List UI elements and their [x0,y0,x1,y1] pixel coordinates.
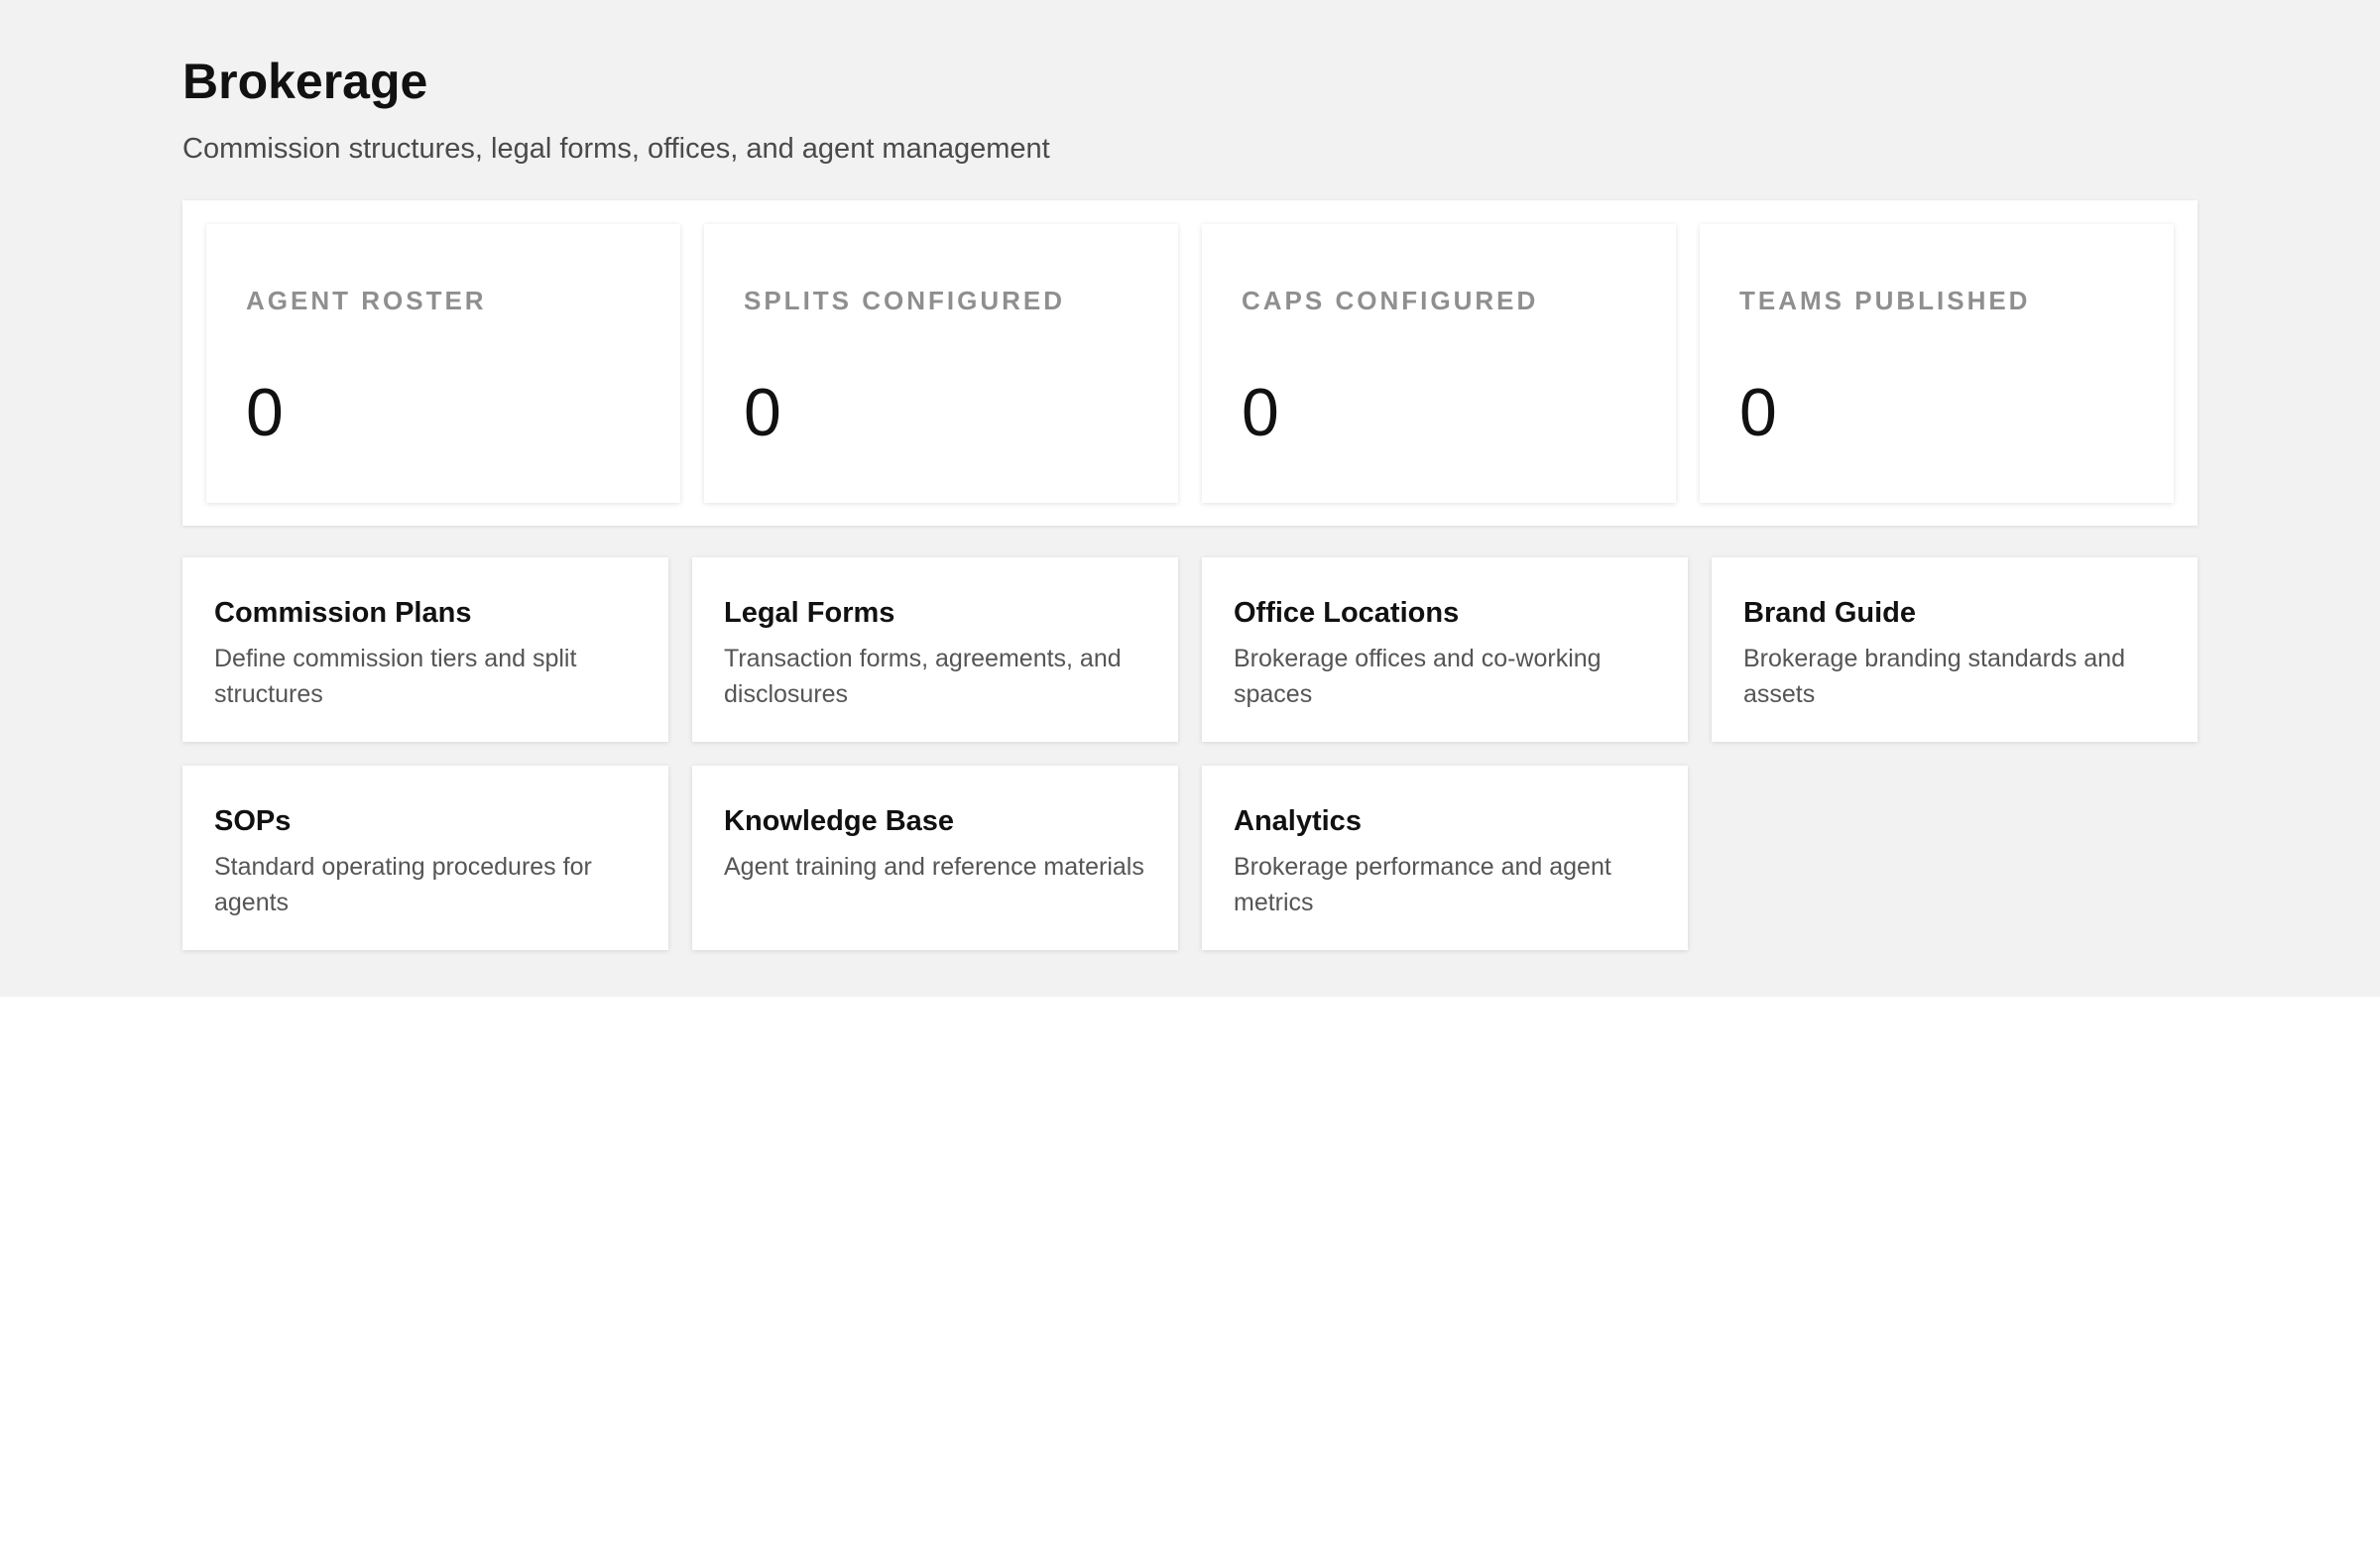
sops-card[interactable]: SOPs Standard operating procedures for a… [182,766,668,950]
card-description: Standard operating procedures for agents [214,853,592,916]
page-title: Brokerage [182,54,428,109]
knowledge-base-card[interactable]: Knowledge Base Agent training and refere… [692,766,1178,950]
card-title: SOPs [214,805,292,837]
stat-value: 0 [744,375,781,450]
commission-plans-card[interactable]: Commission Plans Define commission tiers… [182,557,668,742]
stat-value: 0 [1242,375,1279,450]
office-locations-card[interactable]: Office Locations Brokerage offices and c… [1202,557,1688,742]
card-title: Analytics [1234,805,1362,837]
card-title: Legal Forms [724,597,895,629]
card-description: Agent training and reference materials [724,853,1144,881]
stat-card-caps-configured: CAPS CONFIGURED 0 [1202,224,1676,503]
stat-label: TEAMS PUBLISHED [1739,286,2031,315]
stat-card-agent-roster: AGENT ROSTER 0 [206,224,680,503]
card-description: Transaction forms, agreements, and discl… [724,645,1122,708]
stat-label: SPLITS CONFIGURED [744,286,1066,315]
stat-label: CAPS CONFIGURED [1242,286,1539,315]
card-description: Brokerage performance and agent metrics [1234,853,1611,916]
page-subtitle: Commission structures, legal forms, offi… [182,133,1050,165]
stat-value: 0 [1739,375,1777,450]
stats-panel: AGENT ROSTER 0 SPLITS CONFIGURED 0 CAPS … [182,200,2198,526]
stat-card-splits-configured: SPLITS CONFIGURED 0 [704,224,1178,503]
card-title: Knowledge Base [724,805,955,837]
card-description: Brokerage branding standards and assets [1743,645,2125,708]
legal-forms-card[interactable]: Legal Forms Transaction forms, agreement… [692,557,1178,742]
analytics-card[interactable]: Analytics Brokerage performance and agen… [1202,766,1688,950]
card-title: Brand Guide [1743,597,1917,629]
stat-label: AGENT ROSTER [246,286,487,315]
brand-guide-card[interactable]: Brand Guide Brokerage branding standards… [1712,557,2198,742]
card-title: Commission Plans [214,597,472,629]
card-title: Office Locations [1234,597,1460,629]
card-description: Brokerage offices and co-working spaces [1234,645,1602,708]
stat-card-teams-published: TEAMS PUBLISHED 0 [1700,224,2174,503]
stat-value: 0 [246,375,284,450]
card-description: Define commission tiers and split struct… [214,645,577,708]
